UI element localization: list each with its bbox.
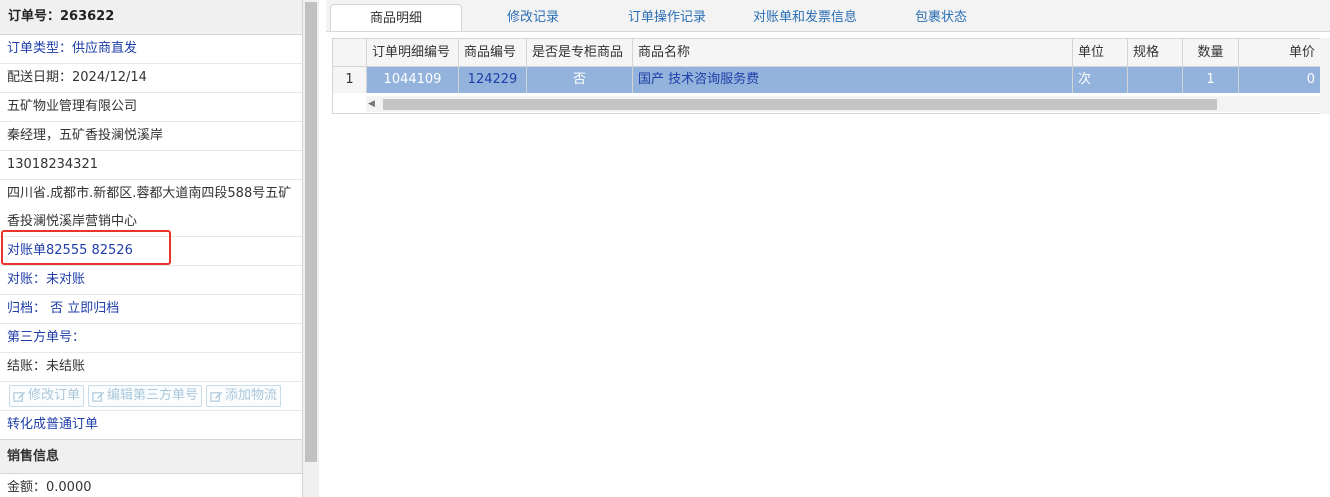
edit-order-button[interactable]: 修改订单 — [9, 385, 85, 407]
row-index: 1 — [333, 67, 367, 93]
tab-statement-invoice[interactable]: 对账单和发票信息 — [742, 4, 868, 31]
delivery-date: 配送日期：2024/12/14 — [0, 64, 302, 93]
cell-unit[interactable]: 次 — [1073, 67, 1128, 93]
detail-area: 商品明细 修改记录 订单操作记录 对账单和发票信息 包裹状态 订单明细编号 商品… — [326, 0, 1330, 497]
address-line2: 香投澜悦溪岸营销中心 — [0, 208, 302, 237]
tab-bar: 商品明细 修改记录 订单操作记录 对账单和发票信息 包裹状态 — [326, 0, 1330, 32]
statement-numbers-link[interactable]: 对账单82555 82526 — [0, 237, 302, 266]
order-number-header: 订单号：263622 — [0, 0, 302, 35]
tab-package-status[interactable]: 包裹状态 — [882, 4, 1000, 31]
add-logistics-label: 添加物流 — [225, 388, 278, 403]
contact-name: 秦经理，五矿香投澜悦溪岸 — [0, 122, 302, 151]
third-party-number: 第三方单号： — [0, 324, 302, 353]
order-info-panel: 订单号：263622 订单类型：供应商直发 配送日期：2024/12/14 五矿… — [0, 0, 303, 497]
sales-info-header: 销售信息 — [0, 439, 302, 474]
cell-qty[interactable]: 1 — [1183, 67, 1239, 93]
reconcile-status: 对账：未对账 — [0, 266, 302, 295]
header-price[interactable]: 单价 — [1239, 39, 1321, 66]
cell-spec[interactable] — [1128, 67, 1183, 93]
scrollbar-thumb[interactable] — [383, 99, 1217, 110]
action-buttons: 修改订单 编辑第三方单号 添加物流 — [0, 382, 302, 411]
cell-counter[interactable]: 否 — [527, 67, 633, 93]
table-row[interactable]: 1 1044109 124229 否 国产 技术咨询服务费 次 1 0 — [333, 67, 1330, 93]
product-grid: 订单明细编号 商品编号 是否是专柜商品 商品名称 单位 规格 数量 单价 1 1… — [332, 38, 1330, 114]
tab-modify-records[interactable]: 修改记录 — [474, 4, 592, 31]
edit-icon — [13, 391, 26, 402]
header-qty[interactable]: 数量 — [1183, 39, 1239, 66]
header-unit[interactable]: 单位 — [1073, 39, 1128, 66]
company-name: 五矿物业管理有限公司 — [0, 93, 302, 122]
settlement-status: 结账：未结账 — [0, 353, 302, 382]
edit-icon — [210, 391, 223, 402]
edit-third-party-button[interactable]: 编辑第三方单号 — [88, 385, 203, 407]
cell-product-name[interactable]: 国产 技术咨询服务费 — [633, 67, 1073, 93]
sales-amount: 金额：0.0000 — [7, 480, 92, 495]
cell-product-id[interactable]: 124229 — [459, 67, 527, 93]
tab-order-operation-records[interactable]: 订单操作记录 — [604, 4, 730, 31]
grid-vertical-scrollbar[interactable] — [1320, 38, 1330, 114]
scrollbar-thumb[interactable] — [305, 2, 317, 462]
cell-detail-id[interactable]: 1044109 — [367, 67, 459, 93]
header-detail-id[interactable]: 订单明细编号 — [367, 39, 459, 66]
header-spec[interactable]: 规格 — [1128, 39, 1183, 66]
left-panel-scrollbar[interactable] — [303, 0, 319, 497]
add-logistics-button[interactable]: 添加物流 — [206, 385, 282, 407]
phone-number: 13018234321 — [0, 151, 302, 180]
header-product-name[interactable]: 商品名称 — [633, 39, 1073, 66]
edit-order-label: 修改订单 — [28, 388, 81, 403]
grid-horizontal-scrollbar[interactable]: ◀ — [366, 96, 1330, 112]
convert-to-normal-order-link[interactable]: 转化成普通订单 — [0, 411, 302, 439]
archive-status[interactable]: 归档： 否 立即归档 — [0, 295, 302, 324]
header-product-id[interactable]: 商品编号 — [459, 39, 527, 66]
address-line1: 四川省.成都市.新都区.蓉都大道南四段588号五矿 — [7, 186, 292, 201]
tab-product-details[interactable]: 商品明细 — [330, 4, 462, 31]
edit-third-party-label: 编辑第三方单号 — [107, 388, 199, 403]
order-type: 订单类型：供应商直发 — [0, 35, 302, 64]
cell-price[interactable]: 0 — [1239, 67, 1321, 93]
grid-header: 订单明细编号 商品编号 是否是专柜商品 商品名称 单位 规格 数量 单价 — [333, 39, 1330, 67]
edit-icon — [92, 391, 105, 402]
header-counter[interactable]: 是否是专柜商品 — [527, 39, 633, 66]
header-index — [333, 39, 367, 66]
scroll-left-icon[interactable]: ◀ — [368, 99, 375, 109]
